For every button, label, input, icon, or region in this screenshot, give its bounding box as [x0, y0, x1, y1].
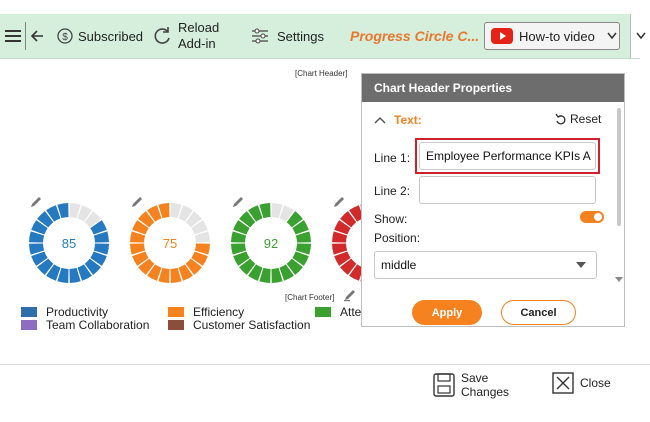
pencil-icon[interactable] [132, 197, 142, 207]
settings-button[interactable]: Settings [251, 14, 324, 58]
reload-icon [154, 27, 170, 44]
apply-button[interactable]: Apply [412, 300, 482, 325]
legend-item-team-collaboration: Team Collaboration [21, 318, 149, 332]
cancel-button[interactable]: Cancel [501, 300, 576, 325]
ring-value-label: 75 [163, 236, 177, 251]
dollar-circle-icon: $ [57, 28, 73, 44]
save-changes-button[interactable]: Save Changes [433, 371, 509, 399]
pencil-icon[interactable] [233, 197, 243, 207]
save-label-line2: Changes [461, 385, 510, 399]
caret-down-icon [576, 262, 586, 268]
toolbar-divider [25, 22, 26, 50]
subscribed-label: Subscribed [78, 28, 144, 44]
legend-swatch [168, 307, 184, 317]
toggle-knob [594, 213, 602, 221]
panel-title: Chart Header Properties [362, 74, 624, 102]
position-select[interactable]: middle [374, 251, 597, 279]
legend-swatch [168, 320, 184, 330]
legend-label: Customer Satisfaction [193, 318, 311, 332]
pencil-icon[interactable] [343, 288, 357, 302]
legend-swatch [315, 307, 331, 317]
text-section-label: Text: [394, 113, 422, 127]
reload-addin-button[interactable]: Reload Add-in [152, 14, 219, 58]
sliders-icon [252, 28, 268, 44]
chart-header-properties-panel: Chart Header Properties Text: Reset Line… [361, 73, 625, 327]
line2-input[interactable] [419, 176, 596, 204]
chart-header-chip[interactable]: [Chart Header] [295, 69, 347, 78]
legend-label: Team Collaboration [46, 318, 150, 332]
subscribed-button[interactable]: $ Subscribed [57, 14, 143, 58]
chevron-down-icon [636, 32, 646, 40]
legend-item-productivity: Productivity [21, 305, 108, 319]
ribbon-toolbar: $ Subscribed Reload Add-in Settings Prog… [0, 14, 640, 59]
chart-footer-chip[interactable]: [Chart Footer] [285, 293, 334, 302]
pencil-icon[interactable] [334, 197, 344, 207]
ring-value-label: 92 [264, 236, 278, 251]
line2-label: Line 2: [374, 184, 411, 198]
line1-label: Line 1: [374, 151, 411, 165]
line1-input[interactable]: Employee Performance KPIs A [419, 142, 596, 170]
close-icon [552, 372, 574, 394]
chevron-down-icon [607, 32, 617, 40]
chevron-up-icon [374, 116, 386, 124]
panel-scrollbar-thumb[interactable] [617, 108, 621, 226]
back-button[interactable] [30, 14, 44, 58]
save-label-line1: Save [461, 371, 489, 385]
scroll-down-icon[interactable] [615, 277, 623, 283]
legend-label: Efficiency [193, 305, 245, 319]
hamburger-icon [5, 30, 21, 42]
settings-label: Settings [277, 28, 324, 44]
svg-text:$: $ [62, 32, 68, 43]
how-to-video-dropdown[interactable]: How-to video [484, 22, 620, 50]
youtube-icon [491, 28, 513, 44]
hamburger-menu-button[interactable] [5, 14, 21, 58]
how-to-video-label: How-to video [519, 28, 595, 44]
legend-label: Productivity [46, 305, 109, 319]
legend-label: Atte [340, 305, 362, 319]
reset-button[interactable]: Reset [555, 112, 601, 126]
reset-label: Reset [570, 112, 602, 126]
text-section-toggle[interactable]: Text: [374, 113, 422, 127]
legend-swatch [21, 307, 37, 317]
undo-icon [555, 113, 566, 125]
position-label: Position: [374, 231, 421, 245]
show-toggle[interactable] [580, 211, 604, 223]
save-icon [433, 373, 455, 397]
progress-circles: 85 75 92 [29, 197, 365, 283]
close-button[interactable]: Close [552, 372, 611, 394]
collapse-strip[interactable] [630, 14, 650, 58]
legend-swatch [21, 320, 37, 330]
addin-brand-title: Progress Circle C... [350, 28, 480, 44]
arrow-left-icon [30, 30, 43, 42]
close-label: Close [580, 376, 611, 390]
legend-item-attendance: Atte [315, 305, 361, 319]
ring-value-label: 85 [62, 236, 76, 251]
pencil-icon[interactable] [31, 197, 41, 207]
footer-divider [0, 364, 650, 365]
reload-label-line2: Add-in [178, 36, 216, 51]
show-label: Show: [374, 212, 408, 226]
legend-item-customer-satisfaction: Customer Satisfaction [168, 318, 310, 332]
legend-item-efficiency: Efficiency [168, 305, 244, 319]
position-selected-value: middle [381, 258, 417, 272]
reload-label-line1: Reload [178, 20, 220, 35]
